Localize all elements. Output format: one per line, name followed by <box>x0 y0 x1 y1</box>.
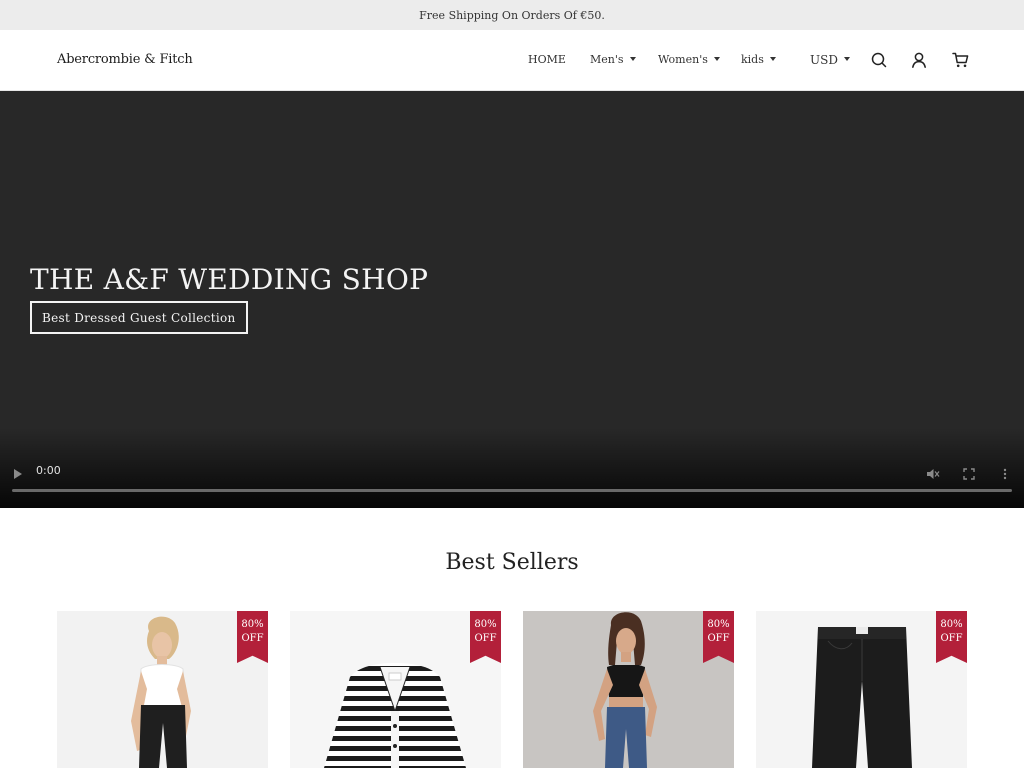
discount-badge-percent: 80% <box>241 619 264 630</box>
discount-badge-off: OFF <box>940 633 963 644</box>
caret-down-icon <box>713 56 720 61</box>
discount-badge-percent: 80% <box>474 619 497 630</box>
nav-kids[interactable]: kids <box>741 53 776 66</box>
discount-badge-percent: 80% <box>707 619 730 630</box>
play-icon[interactable] <box>10 466 26 482</box>
product-image-woman-black-crop-top <box>523 611 734 768</box>
cart-icon[interactable] <box>950 50 970 70</box>
hero-video[interactable]: THE A&F WEDDING SHOP Best Dressed Guest … <box>0 91 1024 508</box>
caret-down-icon <box>843 57 850 61</box>
announcement-text: Free Shipping On Orders Of €50. <box>419 8 605 22</box>
product-card[interactable]: 80% OFF <box>523 611 734 768</box>
fullscreen-icon[interactable] <box>961 466 977 482</box>
discount-badge: 80% OFF <box>470 611 501 663</box>
video-time: 0:00 <box>36 464 61 477</box>
product-image-striped-cardigan <box>290 611 501 768</box>
site-header: Abercrombie & Fitch HOME Men's Women's k… <box>0 30 1024 91</box>
caret-down-icon <box>769 56 776 61</box>
product-card[interactable]: 80% OFF <box>57 611 268 768</box>
video-timeline[interactable] <box>12 489 1012 492</box>
product-card[interactable]: 80% OFF <box>756 611 967 768</box>
video-controls: 0:00 <box>0 452 1024 508</box>
hero-collection-button[interactable]: Best Dressed Guest Collection <box>30 301 248 334</box>
discount-badge-percent: 80% <box>940 619 963 630</box>
mute-icon[interactable] <box>925 466 941 482</box>
discount-badge: 80% OFF <box>703 611 734 663</box>
brand-logo[interactable]: Abercrombie & Fitch <box>57 52 193 67</box>
product-image-black-jeans <box>756 611 967 768</box>
product-card[interactable]: 80% OFF <box>290 611 501 768</box>
nav-mens[interactable]: Men's <box>590 53 636 66</box>
nav-home[interactable]: HOME <box>528 53 566 66</box>
nav-womens-label: Women's <box>658 53 708 66</box>
currency-selector[interactable]: USD <box>810 53 850 67</box>
discount-badge-off: OFF <box>707 633 730 644</box>
product-image-woman-white-tee <box>57 611 268 768</box>
search-icon[interactable] <box>869 50 889 70</box>
account-icon[interactable] <box>909 50 929 70</box>
best-sellers-heading: Best Sellers <box>445 550 579 575</box>
discount-badge: 80% OFF <box>936 611 967 663</box>
announcement-bar: Free Shipping On Orders Of €50. <box>0 0 1024 30</box>
caret-down-icon <box>629 56 636 61</box>
more-options-icon[interactable] <box>998 466 1012 482</box>
currency-label: USD <box>810 53 838 67</box>
nav-womens[interactable]: Women's <box>658 53 720 66</box>
discount-badge-off: OFF <box>241 633 264 644</box>
nav-home-label: HOME <box>528 53 566 66</box>
hero-title: THE A&F WEDDING SHOP <box>30 263 429 296</box>
nav-kids-label: kids <box>741 53 764 66</box>
nav-mens-label: Men's <box>590 53 624 66</box>
discount-badge: 80% OFF <box>237 611 268 663</box>
discount-badge-off: OFF <box>474 633 497 644</box>
